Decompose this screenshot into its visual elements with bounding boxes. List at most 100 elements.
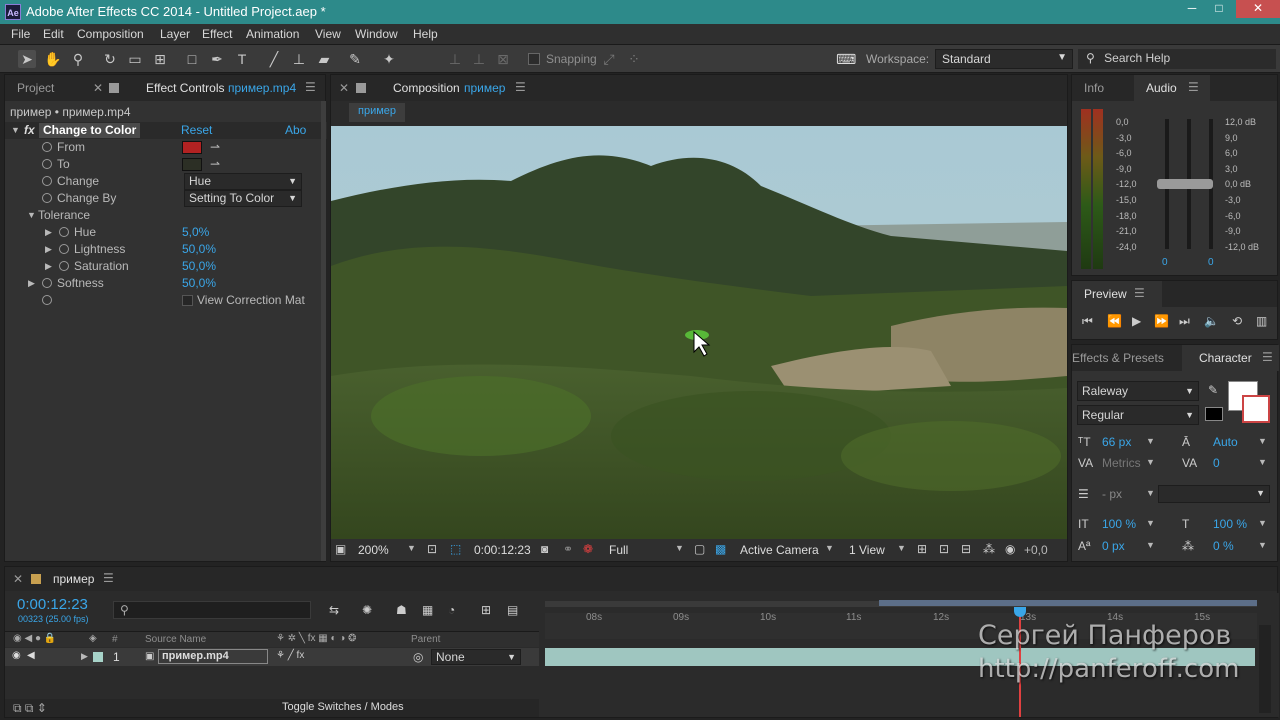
lightness-value[interactable]: 50,0% <box>182 241 216 258</box>
toggle-switches-modes[interactable]: Toggle Switches / Modes <box>282 701 404 713</box>
world-axis-icon[interactable]: ⊥ <box>470 50 488 68</box>
tab-comp-name[interactable]: пример <box>464 81 505 95</box>
visibility-icon[interactable]: ◉ <box>12 650 21 661</box>
audio-slider-thumb[interactable] <box>1157 179 1213 189</box>
last-frame-icon[interactable]: ⏭ <box>1179 314 1190 329</box>
hand-tool-icon[interactable]: ✋ <box>44 50 62 68</box>
toggle-pixel-aspect-icon[interactable]: ⊞ <box>917 542 927 556</box>
tab-project[interactable]: Project <box>17 81 54 95</box>
graph-editor-icon[interactable]: ▤ <box>507 603 518 617</box>
vertical-scale-value[interactable]: 100 % <box>1102 517 1136 531</box>
collapse-triangle-icon[interactable]: ▼ <box>11 122 20 139</box>
from-color-swatch[interactable] <box>182 141 202 154</box>
tab-effects-presets[interactable]: Effects & Presets <box>1072 351 1164 365</box>
font-style-select[interactable]: Regular ▼ <box>1077 405 1199 425</box>
local-axis-icon[interactable]: ⊥ <box>446 50 464 68</box>
to-color-swatch[interactable] <box>182 158 202 171</box>
pen-tool-icon[interactable]: ✒ <box>208 50 226 68</box>
zoom-tool-icon[interactable]: ⚲ <box>69 50 87 68</box>
snap-edges-icon[interactable]: ⤢ <box>600 50 618 68</box>
comp-viewer-image[interactable] <box>331 126 1067 539</box>
frame-blending-icon[interactable]: ▦ <box>422 603 433 617</box>
eyedropper-icon[interactable]: ⇀ <box>210 139 220 156</box>
zoom-navigator[interactable] <box>879 600 1257 606</box>
tab-preview[interactable]: Preview <box>1084 287 1127 301</box>
chevron-down-icon[interactable]: ▼ <box>1146 436 1155 446</box>
stopwatch-icon[interactable] <box>59 244 69 254</box>
current-timecode[interactable]: 0:00:12:23 <box>17 596 88 613</box>
stopwatch-icon[interactable] <box>59 227 69 237</box>
stopwatch-icon[interactable] <box>42 193 52 203</box>
menu-window[interactable]: Window <box>355 27 398 41</box>
clone-stamp-tool-icon[interactable]: ⊥ <box>290 50 308 68</box>
kerning-value[interactable]: Metrics <box>1102 456 1141 470</box>
menu-edit[interactable]: Edit <box>43 27 64 41</box>
eraser-tool-icon[interactable]: ▰ <box>315 50 333 68</box>
pan-behind-tool-icon[interactable]: ⊞ <box>151 50 169 68</box>
comp-subtab[interactable]: пример <box>349 103 406 122</box>
flowchart-icon[interactable]: ⁂ <box>983 542 995 556</box>
tab-timeline[interactable]: пример <box>53 572 94 586</box>
font-family-select[interactable]: Raleway ▼ <box>1077 381 1199 401</box>
saturation-value[interactable]: 50,0% <box>182 258 216 275</box>
color-channel-icon[interactable]: ❁ <box>583 542 593 556</box>
type-tool-icon[interactable]: T <box>233 50 251 68</box>
chevron-down-icon[interactable]: ▼ <box>1146 488 1155 498</box>
chevron-down-icon[interactable]: ▼ <box>1146 518 1155 528</box>
menu-help[interactable]: Help <box>413 27 438 41</box>
prev-frame-icon[interactable]: ⏪ <box>1107 314 1122 328</box>
tsume-value[interactable]: 0 % <box>1213 539 1234 553</box>
minimize-button[interactable]: ─ <box>1178 0 1206 18</box>
chevron-down-icon[interactable]: ▼ <box>1258 518 1267 528</box>
tab-effect-file[interactable]: пример.mp4 <box>228 81 296 95</box>
reset-exposure-icon[interactable]: ◉ <box>1005 542 1015 556</box>
first-frame-icon[interactable]: ⏮ <box>1082 314 1093 329</box>
close-tab-icon[interactable]: ✕ <box>93 81 103 95</box>
draft-3d-icon[interactable]: ✺ <box>362 603 372 617</box>
rotate-tool-icon[interactable]: ↻ <box>101 50 119 68</box>
collapse-triangle-icon[interactable]: ▼ <box>27 207 36 224</box>
menu-layer[interactable]: Layer <box>160 27 190 41</box>
timeline-search-input[interactable]: ⚲ <box>113 601 311 619</box>
stopwatch-icon[interactable] <box>42 142 52 152</box>
maximize-button[interactable]: □ <box>1205 0 1233 18</box>
expand-triangle-icon[interactable]: ▶ <box>45 258 52 275</box>
eyedropper-icon[interactable]: ✎ <box>1208 383 1218 397</box>
views-value[interactable]: 1 View <box>849 543 885 557</box>
panel-menu-icon[interactable]: ☰ <box>305 80 316 94</box>
stroke-color-swatch[interactable] <box>1242 395 1270 423</box>
search-help-input[interactable]: ⚲ Search Help <box>1078 49 1276 69</box>
snapshot-icon[interactable]: ◙ <box>541 542 548 556</box>
chevron-down-icon[interactable]: ▼ <box>407 543 416 553</box>
timeline-icon[interactable]: ⊟ <box>961 542 971 556</box>
panel-menu-icon[interactable]: ☰ <box>1188 80 1199 94</box>
expand-triangle-icon[interactable]: ▶ <box>45 224 52 241</box>
stopwatch-icon[interactable] <box>42 278 52 288</box>
timecode-value[interactable]: 0:00:12:23 <box>474 543 531 557</box>
chevron-down-icon[interactable]: ▼ <box>1146 457 1155 467</box>
motion-blur-icon[interactable]: ◔ <box>448 603 455 617</box>
fast-previews-icon[interactable]: ⊡ <box>939 542 949 556</box>
exposure-value[interactable]: +0,0 <box>1024 543 1048 557</box>
tab-character[interactable]: Character <box>1199 351 1252 365</box>
stopwatch-icon[interactable] <box>42 176 52 186</box>
snap-features-icon[interactable]: ⁘ <box>625 50 643 68</box>
chevron-down-icon[interactable]: ▼ <box>1258 540 1267 550</box>
leading-value[interactable]: Auto <box>1213 435 1238 449</box>
baseline-shift-value[interactable]: 0 px <box>1102 539 1125 553</box>
roto-brush-tool-icon[interactable]: ✎ <box>346 50 364 68</box>
rectangle-tool-icon[interactable]: □ <box>183 50 201 68</box>
expand-triangle-icon[interactable]: ▶ <box>28 275 35 292</box>
chevron-down-icon[interactable]: ▼ <box>675 543 684 553</box>
tab-info[interactable]: Info <box>1084 81 1104 95</box>
panel-menu-icon[interactable]: ☰ <box>1262 350 1273 364</box>
brush-tool-icon[interactable]: ╱ <box>265 50 283 68</box>
change-by-select[interactable]: Setting To Color ▼ <box>184 190 302 207</box>
fx-icon[interactable]: fx <box>24 122 35 139</box>
selection-tool-icon[interactable]: ➤ <box>18 50 36 68</box>
stopwatch-icon[interactable] <box>59 261 69 271</box>
parent-select[interactable]: None ▼ <box>431 649 521 665</box>
tab-audio[interactable]: Audio <box>1146 81 1177 95</box>
chevron-down-icon[interactable]: ▼ <box>897 543 906 553</box>
label-color-swatch[interactable] <box>93 652 103 662</box>
